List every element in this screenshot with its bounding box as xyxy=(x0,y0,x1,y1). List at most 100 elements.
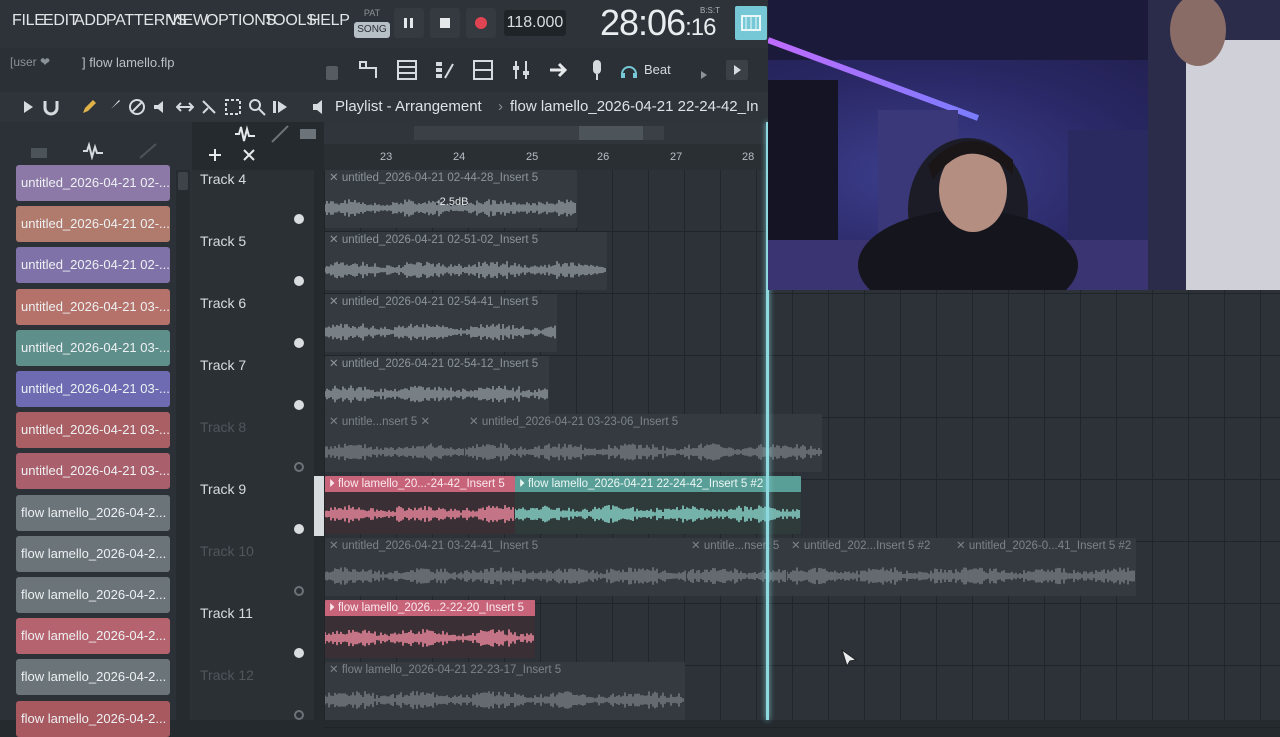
select-tool-icon[interactable] xyxy=(224,98,242,121)
clip-label: ⏵ flow lamello_2026-04-21 22-24-42_Inser… xyxy=(515,476,801,492)
mixer-button[interactable] xyxy=(470,56,496,84)
scrollbar-thumb[interactable] xyxy=(178,172,188,190)
add-track-icon[interactable] xyxy=(208,148,222,167)
automation-view-icon[interactable] xyxy=(270,124,290,149)
picker-item[interactable]: untitled_2026-04-21 02-... xyxy=(16,206,170,243)
picker-item[interactable]: flow lamello_2026-04-2... xyxy=(16,577,170,613)
headphones-button[interactable] xyxy=(616,56,642,84)
audio-mode-icon[interactable] xyxy=(82,141,104,165)
delete-tool-icon[interactable] xyxy=(128,98,146,121)
pencil-tool-icon[interactable] xyxy=(80,98,98,121)
track-mute-led[interactable] xyxy=(294,710,304,720)
playlist-icon xyxy=(359,61,377,78)
pattern-view-icon[interactable] xyxy=(298,124,318,149)
track-name[interactable]: Track 10 xyxy=(200,543,254,559)
audio-clip[interactable]: ✕ untitle...nsert 5 xyxy=(687,538,787,596)
playlist-window-button[interactable] xyxy=(356,56,382,84)
stop-button[interactable] xyxy=(430,8,460,38)
audio-clip[interactable]: ✕ untitled_2026-04-21 02-54-12_Insert 5 xyxy=(325,356,549,414)
track-mute-led[interactable] xyxy=(294,586,304,596)
automation-mode-icon[interactable] xyxy=(138,142,158,165)
chevron-right-icon[interactable] xyxy=(700,66,708,79)
clip-name: untitled_2026-04-21 02-54-12_Insert 5 xyxy=(341,358,539,370)
menu-add[interactable]: ADD xyxy=(74,12,107,30)
picker-item[interactable]: flow lamello_2026-04-2... xyxy=(16,700,170,737)
picker-item[interactable]: untitled_2026-04-21 03-... xyxy=(16,371,170,407)
clip-name: untitled_2026-04-21 03-23-06_Insert 5 xyxy=(481,416,679,428)
audio-clip[interactable]: ⏵ flow lamello_20...-24-42_Insert 5 xyxy=(325,476,515,534)
track-mute-led[interactable] xyxy=(294,524,304,534)
track-name[interactable]: Track 8 xyxy=(200,419,246,435)
zoom-tool-icon[interactable] xyxy=(248,98,266,121)
record-button[interactable] xyxy=(466,8,496,38)
next-button[interactable] xyxy=(726,60,748,80)
piano-roll-button[interactable] xyxy=(394,56,420,84)
audio-clip[interactable]: ✕ untitled_202...Insert 5 #2 xyxy=(787,538,952,596)
track-mute-led[interactable] xyxy=(294,276,304,286)
pat-label: PAT xyxy=(363,8,381,18)
audio-clip[interactable]: ⏵ flow lamello_2026...2-22-20_Insert 5 xyxy=(325,600,535,658)
time-format-label[interactable]: B:S:T xyxy=(700,6,720,15)
picker-item[interactable]: untitled_2026-04-21 03-... xyxy=(16,288,170,325)
slip-tool-icon[interactable] xyxy=(175,98,195,121)
picker-item[interactable]: flow lamello_2026-04-2... xyxy=(16,535,170,572)
channel-rack-button[interactable] xyxy=(432,56,458,84)
online-news-button[interactable] xyxy=(735,6,767,40)
channel-rack-icon xyxy=(436,62,454,79)
picker-item[interactable]: untitled_2026-04-21 03-... xyxy=(16,329,170,366)
playback-tool-icon[interactable] xyxy=(272,98,290,121)
paint-brush-icon[interactable] xyxy=(104,98,122,121)
tempo-display[interactable]: 118.000 xyxy=(504,10,566,36)
waveform-view-icon[interactable] xyxy=(234,124,256,149)
track-name[interactable]: Track 11 xyxy=(200,605,253,621)
audio-clip[interactable]: ✕ untitled_2026-04-21 02-51-02_Insert 5 xyxy=(325,232,607,290)
menu-file[interactable]: FILE xyxy=(12,12,45,30)
waveform xyxy=(325,323,556,341)
browser-arrow-button[interactable] xyxy=(546,56,572,84)
track-name[interactable]: Track 7 xyxy=(200,357,246,373)
picker-item[interactable]: untitled_2026-04-21 02-... xyxy=(16,165,170,201)
record-audio-button[interactable] xyxy=(584,56,610,84)
audio-clip[interactable]: ✕ untitled_2026-0...41_Insert 5 #2 xyxy=(952,538,1136,596)
track-name[interactable]: Track 12 xyxy=(200,667,254,683)
track-name[interactable]: Track 9 xyxy=(200,481,246,497)
track-mute-led[interactable] xyxy=(294,214,304,224)
picker-item[interactable]: untitled_2026-04-21 03-... xyxy=(16,412,170,449)
audio-clip[interactable]: ✕ untitled_2026-04-21 02-54-41_Insert 5 xyxy=(325,294,557,352)
menu-help[interactable]: HELP xyxy=(309,12,350,30)
waveform xyxy=(325,261,606,279)
track-mute-led[interactable] xyxy=(294,648,304,658)
clip-label: ⏵ flow lamello_20...-24-42_Insert 5 xyxy=(325,476,515,492)
track-mute-led[interactable] xyxy=(294,462,304,472)
picker-scrollbar[interactable] xyxy=(176,170,190,720)
audio-clip[interactable]: ✕ untitled_2026-04-21 03-24-41_Insert 5 xyxy=(325,538,687,596)
audio-clip[interactable]: ✕ untitle...nsert 5 ✕ xyxy=(325,414,465,472)
audio-clip[interactable]: ⏵ flow lamello_2026-04-21 22-24-42_Inser… xyxy=(515,476,801,534)
plugin-button[interactable] xyxy=(508,56,534,84)
waveform xyxy=(687,567,786,585)
play-arrow-icon[interactable] xyxy=(22,100,34,119)
track-mute-led[interactable] xyxy=(294,400,304,410)
track-name[interactable]: Track 5 xyxy=(200,233,246,249)
pattern-mode-icon[interactable] xyxy=(30,144,48,165)
pat-song-toggle[interactable]: PAT SONG xyxy=(354,6,390,40)
audio-clip[interactable]: ✕ flow lamello_2026-04-21 22-23-17_Inser… xyxy=(325,662,685,720)
close-icon[interactable] xyxy=(242,148,256,167)
clip-name: flow lamello_2026...2-22-20_Insert 5 xyxy=(337,602,524,614)
mute-tool-icon[interactable] xyxy=(152,98,170,121)
picker-item[interactable]: flow lamello_2026-04-2... xyxy=(16,494,170,531)
track-name[interactable]: Track 6 xyxy=(200,295,246,311)
snap-mode-label[interactable]: Beat xyxy=(644,62,671,77)
picker-item[interactable]: untitled_2026-04-21 03-... xyxy=(16,453,170,490)
picker-item[interactable]: flow lamello_2026-04-2... xyxy=(16,618,170,655)
track-name[interactable]: Track 4 xyxy=(200,171,246,187)
slice-tool-icon[interactable] xyxy=(200,98,218,121)
overview-strip[interactable] xyxy=(324,122,768,144)
track-mute-led[interactable] xyxy=(294,338,304,348)
pause-button[interactable] xyxy=(394,8,424,38)
magnet-icon[interactable] xyxy=(42,98,60,121)
picker-item[interactable]: flow lamello_2026-04-2... xyxy=(16,659,170,696)
menu-view[interactable]: VIEW xyxy=(168,12,208,30)
picker-item[interactable]: untitled_2026-04-21 02-... xyxy=(16,247,170,284)
menu-edit[interactable]: EDIT xyxy=(43,12,79,30)
